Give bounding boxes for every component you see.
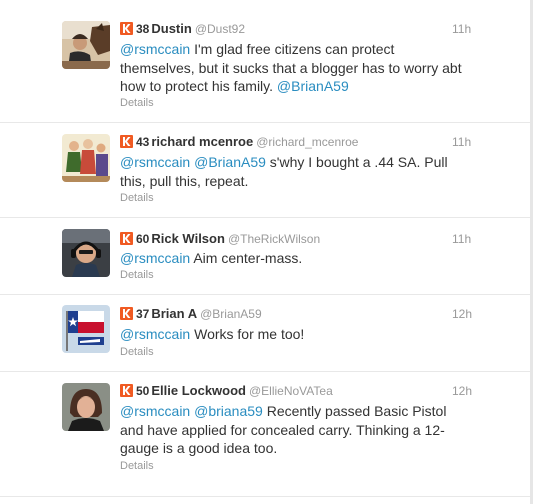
klout-score: 50: [136, 384, 150, 398]
klout-score: 38: [136, 22, 150, 36]
tweet-item[interactable]: 50 Ellie Lockwood @EllieNoVATea 12h @rsmcc…: [0, 372, 530, 497]
cartoon-figures-avatar-icon: [62, 134, 110, 182]
tweet-text: @rsmccain @briana59 Recently passed Basi…: [120, 402, 465, 458]
mention-link[interactable]: @rsmccain: [120, 154, 190, 170]
user-handle[interactable]: @BrianA59: [200, 307, 262, 321]
mention-link[interactable]: @BrianA59: [194, 154, 266, 170]
tweet-item[interactable]: 37 Brian A @BrianA59 12h @rsmccain Works f…: [0, 295, 530, 372]
tweet-text-segment: s'why I bought a .44 SA. Pull: [265, 154, 448, 170]
tweet-text-line: @rsmccain @BrianA59 s'why I bought a .44…: [120, 153, 465, 172]
avatar[interactable]: [62, 229, 110, 277]
user-fullname[interactable]: Dustin: [151, 21, 191, 36]
tweet-text-segment: Recently passed Basic Pistol: [262, 403, 447, 419]
tweet-text-line: gauge is a good idea too.: [120, 439, 465, 458]
klout-score: 43: [136, 135, 150, 149]
tweet-text-segment: gauge is a good idea too.: [120, 440, 278, 456]
tweet-text: @rsmccain Aim center-mass.: [120, 249, 465, 268]
tweet-text-segment: themselves, but it sucks that a blogger …: [120, 59, 462, 76]
tweet-text: @rsmccain @BrianA59 s'why I bought a .44…: [120, 153, 465, 190]
texas-flag-avatar-icon: [62, 305, 110, 353]
tweet-item[interactable]: 60 Rick Wilson @TheRickWilson 11h @rsmccai…: [0, 218, 530, 295]
user-fullname[interactable]: Ellie Lockwood: [151, 383, 246, 398]
user-handle[interactable]: @richard_mcenroe: [256, 135, 358, 149]
tweet-text-line: @rsmccain I'm glad free citizens can pro…: [120, 40, 465, 59]
tweet-timestamp[interactable]: 11h: [452, 21, 482, 37]
tweet-text-line: this, pull this, repeat.: [120, 172, 465, 191]
details-link[interactable]: Details: [120, 268, 154, 282]
details-link[interactable]: Details: [120, 96, 154, 110]
tweet-text-line: @rsmccain @briana59 Recently passed Basi…: [120, 402, 465, 421]
mention-link[interactable]: @rsmccain: [120, 403, 190, 419]
details-link[interactable]: Details: [120, 345, 154, 359]
avatar[interactable]: [62, 21, 110, 69]
tweet-text-segment: this, pull this, repeat.: [120, 172, 249, 189]
tweet-text-segment: I'm glad free citizens can protect: [190, 41, 395, 57]
tweet-text-line: themselves, but it sucks that a blogger …: [120, 59, 465, 78]
avatar[interactable]: [62, 305, 110, 353]
klout-badge-icon: [120, 232, 133, 245]
woman-portrait-avatar-icon: [62, 383, 110, 431]
mention-link[interactable]: @rsmccain: [120, 41, 190, 57]
klout-badge-icon: [120, 307, 133, 320]
mention-link[interactable]: @rsmccain: [120, 250, 190, 266]
mention-link[interactable]: @BrianA59: [277, 78, 349, 94]
tweet-text-segment: and have applied for concealed carry. Th…: [120, 421, 445, 438]
user-fullname[interactable]: richard mcenroe: [151, 134, 253, 149]
details-link[interactable]: Details: [120, 191, 154, 205]
user-fullname[interactable]: Brian A: [151, 306, 197, 321]
tweet-text-segment: Aim center-mass.: [190, 250, 303, 266]
klout-score: 37: [136, 307, 150, 321]
tweet-text-line: @rsmccain Aim center-mass.: [120, 249, 465, 268]
user-handle[interactable]: @Dust92: [195, 22, 245, 36]
pilot-with-headset-avatar-icon: [62, 229, 110, 277]
user-handle[interactable]: @EllieNoVATea: [249, 384, 333, 398]
tweet-stream: 38 Dustin @Dust92 11h @rsmccain I'm glad f…: [0, 0, 533, 504]
tweet-text-segment: how to protect his family.: [120, 78, 277, 94]
mention-link[interactable]: @rsmccain: [120, 326, 190, 342]
tweet-text: @rsmccain Works for me too!: [120, 325, 465, 344]
tweet-timestamp[interactable]: 12h: [452, 383, 482, 399]
klout-badge-icon: [120, 135, 133, 148]
avatar[interactable]: [62, 383, 110, 431]
tweet-timestamp[interactable]: 11h: [452, 134, 482, 150]
man-with-horse-avatar-icon: [62, 21, 110, 69]
tweet-item[interactable]: 38 Dustin @Dust92 11h @rsmccain I'm glad f…: [0, 0, 530, 123]
details-link[interactable]: Details: [120, 459, 154, 473]
tweet-text-line: how to protect his family. @BrianA59: [120, 77, 465, 96]
klout-badge-icon: [120, 384, 133, 397]
klout-score: 60: [136, 232, 150, 246]
tweet-item[interactable]: 43 richard mcenroe @richard_mcenroe 11h @r…: [0, 123, 530, 218]
tweet-text-line: and have applied for concealed carry. Th…: [120, 421, 465, 440]
tweet-timestamp[interactable]: 12h: [452, 306, 482, 322]
user-fullname[interactable]: Rick Wilson: [151, 231, 225, 246]
mention-link[interactable]: @briana59: [194, 403, 263, 419]
tweet-text: @rsmccain I'm glad free citizens can pro…: [120, 40, 465, 96]
tweet-timestamp[interactable]: 11h: [452, 231, 482, 247]
avatar[interactable]: [62, 134, 110, 182]
tweet-text-line: @rsmccain Works for me too!: [120, 325, 465, 344]
user-handle[interactable]: @TheRickWilson: [228, 232, 320, 246]
klout-badge-icon: [120, 22, 133, 35]
tweet-text-segment: Works for me too!: [190, 326, 305, 342]
